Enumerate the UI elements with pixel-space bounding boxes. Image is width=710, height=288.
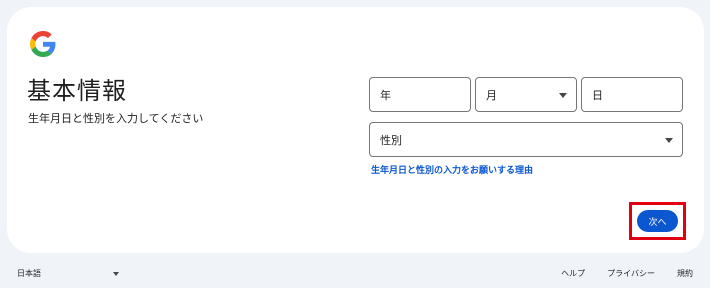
terms-link[interactable]: 規約 (677, 268, 693, 279)
chevron-down-icon (113, 271, 119, 276)
next-button-highlight: 次へ (629, 202, 686, 240)
gender-label: 性別 (380, 133, 402, 147)
signup-card: 基本情報 生年月日と性別を入力してください 年 月 日 性別 生年月日と性別の入… (7, 7, 704, 253)
language-select[interactable]: 日本語 (17, 268, 119, 279)
privacy-link[interactable]: プライバシー (607, 268, 655, 279)
month-select[interactable]: 月 (475, 77, 577, 112)
chevron-down-icon (665, 137, 673, 143)
chevron-down-icon (559, 92, 567, 98)
year-label: 年 (380, 88, 391, 102)
reason-link[interactable]: 生年月日と性別の入力をお願いする理由 (371, 163, 533, 176)
help-link[interactable]: ヘルプ (561, 268, 585, 279)
page-title: 基本情報 (27, 77, 127, 105)
month-label: 月 (486, 88, 497, 102)
language-label: 日本語 (17, 269, 41, 278)
day-input[interactable]: 日 (581, 77, 683, 112)
day-label: 日 (592, 88, 603, 102)
google-g-icon (30, 31, 56, 57)
footer-links: ヘルプ プライバシー 規約 (561, 268, 693, 279)
year-input[interactable]: 年 (369, 77, 471, 112)
page-subtitle: 生年月日と性別を入力してください (28, 112, 204, 125)
next-button[interactable]: 次へ (637, 210, 678, 232)
gender-select[interactable]: 性別 (369, 122, 683, 157)
